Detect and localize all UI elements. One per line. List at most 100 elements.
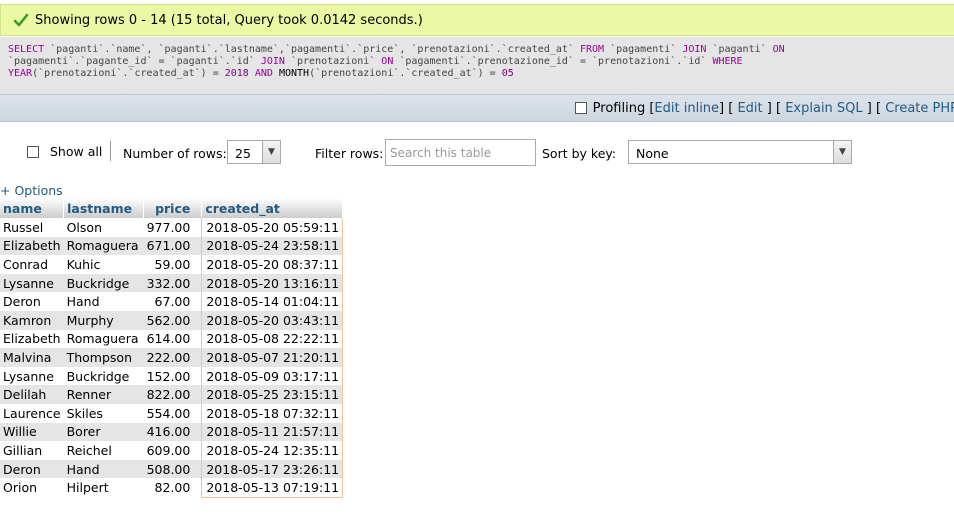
cell-price: 416.00: [143, 422, 202, 442]
cell-price: 614.00: [143, 329, 202, 349]
sql-token: `prenotazioni`: [284, 56, 382, 67]
sql-token: ON: [381, 56, 394, 67]
sql-line: SELECT `paganti`.`name`, `paganti`.`last…: [8, 44, 954, 56]
cell-name: Orion: [0, 478, 64, 498]
column-header-price[interactable]: price: [143, 198, 203, 218]
sql-token: FROM: [579, 44, 605, 55]
create-php-link[interactable]: Create PHP: [885, 101, 954, 116]
sql-token: AND: [248, 68, 279, 79]
table-row[interactable]: Conrad Kuhic 59.00 2018-05-20 08:37:11: [0, 255, 344, 274]
sort-by-key-select[interactable]: None ▼: [628, 140, 852, 164]
query-tools-bar: Profiling [Edit inline] [ Edit ] [ Expla…: [0, 94, 954, 122]
cell-name: Gillian: [0, 441, 64, 460]
sql-token: YEAR: [8, 68, 33, 79]
table-row[interactable]: Elizabeth Romaguera 614.00 2018-05-08 22:22…: [0, 329, 344, 349]
cell-price: 332.00: [143, 273, 202, 293]
cell-name: Russel: [0, 218, 64, 237]
sql-token: JOIN: [682, 44, 707, 55]
edit-link[interactable]: Edit: [737, 101, 762, 116]
show-all-checkbox[interactable]: [27, 146, 39, 158]
sort-by-key-value: None: [636, 146, 669, 161]
column-header-created-at[interactable]: created_at: [201, 198, 344, 218]
cell-created-at: 2018-05-14 01:04:11: [201, 292, 344, 311]
cell-price: 977.00: [143, 218, 202, 237]
cell-lastname: Murphy: [63, 310, 144, 330]
sql-token: (`prenotazioni`.`created_at`) =: [32, 68, 225, 79]
cell-name: Willie: [0, 422, 64, 442]
sql-token: (`prenotazioni`.`created_at`) =: [309, 68, 502, 79]
options-link[interactable]: + Options: [0, 183, 63, 198]
sql-token: `paganti`: [706, 44, 773, 55]
column-header-name[interactable]: name: [0, 198, 65, 218]
table-row[interactable]: Deron Hand 508.00 2018-05-17 23:26:11: [0, 459, 344, 479]
cell-created-at: 2018-05-11 21:57:11: [201, 422, 344, 442]
table-row[interactable]: Lysanne Buckridge 152.00 2018-05-09 03:17:1…: [0, 366, 344, 386]
cell-name: Lysanne: [0, 273, 64, 293]
cell-name: Kamron: [0, 310, 64, 330]
table-row[interactable]: Malvina Thompson 222.00 2018-05-07 21:20:11: [0, 348, 344, 367]
profiling-checkbox[interactable]: [574, 102, 587, 114]
sql-token: ON: [772, 44, 785, 55]
cell-name: Delilah: [0, 385, 64, 404]
cell-created-at: 2018-05-13 07:19:11: [201, 478, 344, 498]
cell-name: Deron: [0, 292, 64, 311]
column-header-lastname[interactable]: lastname: [63, 198, 145, 218]
chevron-down-icon: ▼: [833, 141, 851, 163]
number-of-rows-label: Number of rows:: [123, 146, 227, 161]
cell-created-at: 2018-05-17 23:26:11: [201, 459, 344, 479]
table-row[interactable]: Russel Olson 977.00 2018-05-20 05:59:11: [0, 218, 344, 237]
cell-price: 82.00: [143, 478, 202, 498]
cell-created-at: 2018-05-20 05:59:11: [201, 218, 344, 237]
cell-price: 508.00: [143, 459, 202, 479]
sql-token: `pagamenti`: [604, 44, 683, 55]
table-row[interactable]: Gillian Reichel 609.00 2018-05-24 12:35:11: [0, 441, 344, 460]
table-row[interactable]: Delilah Renner 822.00 2018-05-25 23:15:11: [0, 385, 344, 404]
cell-price: 152.00: [143, 366, 202, 386]
cell-price: 59.00: [143, 255, 202, 274]
sql-token: JOIN: [260, 56, 285, 67]
sql-token: 2018: [224, 68, 249, 79]
sort-by-key-label: Sort by key:: [542, 146, 617, 161]
table-row[interactable]: Elizabeth Romaguera 671.00 2018-05-24 23:58…: [0, 236, 344, 256]
cell-lastname: Hand: [63, 459, 144, 479]
cell-name: Conrad: [0, 255, 64, 274]
cell-created-at: 2018-05-24 23:58:11: [201, 236, 344, 256]
cell-created-at: 2018-05-08 22:22:11: [201, 329, 344, 349]
cell-lastname: Renner: [63, 385, 144, 404]
table-controls: Show all Number of rows: 25 ▼ Filter row…: [0, 138, 954, 168]
cell-name: Elizabeth: [0, 329, 64, 349]
number-of-rows-select[interactable]: 25 ▼: [227, 140, 281, 164]
table-row[interactable]: Willie Borer 416.00 2018-05-11 21:57:11: [0, 422, 344, 442]
cell-lastname: Buckridge: [63, 366, 144, 386]
cell-price: 67.00: [143, 292, 202, 311]
cell-lastname: Reichel: [63, 441, 144, 460]
cell-name: Deron: [0, 459, 64, 479]
profiling-label: Profiling: [592, 100, 646, 116]
sql-token: 05: [501, 68, 514, 79]
sql-token: `pagamenti`.`prenotazione_id` = `prenota…: [393, 56, 713, 67]
cell-lastname: Hilpert: [63, 478, 144, 498]
cell-name: Laurence: [0, 403, 64, 423]
cell-lastname: Skiles: [63, 403, 144, 423]
table-row[interactable]: Lysanne Buckridge 332.00 2018-05-20 13:16:1…: [0, 273, 344, 293]
table-row[interactable]: Kamron Murphy 562.00 2018-05-20 03:43:11: [0, 310, 344, 330]
table-row[interactable]: Orion Hilpert 82.00 2018-05-13 07:19:11: [0, 478, 344, 498]
sql-token: `pagamenti`.`pagante_id` = `paganti`.`id…: [8, 56, 261, 67]
explain-sql-link[interactable]: Explain SQL: [785, 101, 862, 116]
sql-token: `paganti`.`name`, `paganti`.`lastname`,`…: [44, 44, 580, 55]
sql-query-box[interactable]: SELECT `paganti`.`name`, `paganti`.`last…: [0, 37, 954, 94]
chevron-down-icon: ▼: [262, 141, 280, 163]
table-row[interactable]: Deron Hand 67.00 2018-05-14 01:04:11: [0, 292, 344, 311]
sql-line: YEAR(`prenotazioni`.`created_at`) = 2018…: [8, 68, 954, 80]
cell-name: Malvina: [0, 348, 64, 367]
edit-inline-link[interactable]: Edit inline: [654, 101, 719, 116]
show-all-label: Show all: [50, 144, 103, 159]
cell-created-at: 2018-05-18 07:32:11: [201, 403, 344, 423]
table-row[interactable]: Laurence Skiles 554.00 2018-05-18 07:32:11: [0, 403, 344, 423]
cell-lastname: Romaguera: [63, 329, 144, 349]
cell-price: 822.00: [143, 385, 202, 404]
filter-rows-input[interactable]: [385, 139, 536, 166]
cell-price: 609.00: [143, 441, 202, 460]
filter-rows-label: Filter rows:: [315, 146, 384, 161]
cell-created-at: 2018-05-20 13:16:11: [201, 273, 344, 293]
